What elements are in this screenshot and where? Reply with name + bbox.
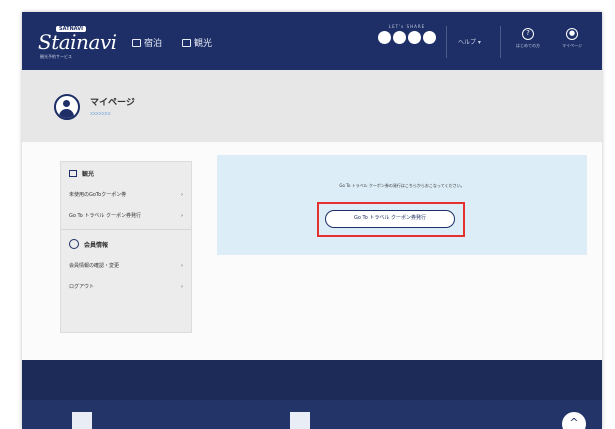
share-label: LET's SHARE [388,24,426,29]
nav-sightseeing[interactable]: 観光 [182,36,212,49]
chevron-right-icon: › [181,262,183,269]
username: xxxxxxx [90,111,111,117]
browser-frame: SATNAVI Stainavi 観光予約サービス 宿泊 観光 LET's SH… [22,12,602,429]
highlight-box: Go To トラベル クーポン券発行 [317,202,465,237]
sidebar-item-label: Go To トラベル クーポン券発行 [69,213,141,219]
header-divider [446,26,447,58]
site-logo[interactable]: SATNAVI Stainavi 観光予約サービス [38,26,117,59]
chevron-right-icon: › [181,283,183,290]
sidebar-item-label: 会員情報の確認・変更 [69,263,120,269]
help-menu[interactable]: ヘルプ ▾ [458,37,481,46]
notice-text: Go To トラベル クーポン券の発行はこちらからおこなってください。 [339,183,465,188]
sidebar-item-label: ログアウト [69,284,95,290]
question-icon: ? [522,28,534,40]
sidebar-item-member-info[interactable]: 会員情報の確認・変更 › [61,255,191,276]
sidebar-divider [61,229,191,230]
header-divider [500,26,501,58]
line-icon[interactable] [408,31,421,44]
mypage-button[interactable]: ● マイページ [552,28,592,49]
page-title: マイページ [90,98,135,108]
issue-coupon-button[interactable]: Go To トラベル クーポン券発行 [325,210,455,228]
calendar-icon [132,38,141,47]
user-icon: ● [566,28,578,40]
share-icons [377,31,437,44]
share-block: LET's SHARE [377,24,437,44]
logo-subtitle: 観光予約サービス [40,54,72,59]
mypage-label: マイページ [562,43,582,48]
building-icon [69,169,77,177]
instagram-icon[interactable] [423,31,436,44]
sidebar-section-title: 観光 [82,170,95,178]
sidebar: 観光 未使用のGoToクーポン券 › Go To トラベル クーポン券発行 › … [60,161,192,333]
sidebar-item-unused-coupons[interactable]: 未使用のGoToクーポン券 › [61,184,191,205]
chevron-right-icon: › [181,191,183,198]
sidebar-section-title: 会員情報 [84,241,109,249]
top-header: SATNAVI Stainavi 観光予約サービス 宿泊 観光 LET's SH… [22,12,602,70]
footer-image [290,412,310,429]
sidebar-item-label: 未使用のGoToクーポン券 [69,192,127,198]
nav-stay-label: 宿泊 [144,39,163,49]
sidebar-item-logout[interactable]: ログアウト › [61,276,191,297]
avatar-icon [54,94,80,120]
footer-image [72,412,92,429]
user-circle-icon [69,239,79,249]
nav-stay[interactable]: 宿泊 [132,36,162,49]
beginner-label: はじめての方 [516,43,540,48]
twitter-icon[interactable] [393,31,406,44]
footer-links [22,400,602,429]
nav-sightseeing-label: 観光 [194,39,213,49]
chevron-right-icon: › [181,212,183,219]
building-icon [182,38,191,47]
sidebar-item-issue-coupon[interactable]: Go To トラベル クーポン券発行 › [61,205,191,226]
profile-banner: マイページ xxxxxxx [22,70,602,142]
logo-text: Stainavi [38,30,117,54]
sidebar-section-member: 会員情報 [61,233,191,255]
scroll-top-button[interactable]: ^ [562,412,586,429]
beginner-button[interactable]: ? はじめての方 [508,28,548,49]
facebook-icon[interactable] [378,31,391,44]
coupon-notice-panel: Go To トラベル クーポン券の発行はこちらからおこなってください。 Go T… [217,155,587,255]
sidebar-section-sightseeing: 観光 [61,162,191,184]
